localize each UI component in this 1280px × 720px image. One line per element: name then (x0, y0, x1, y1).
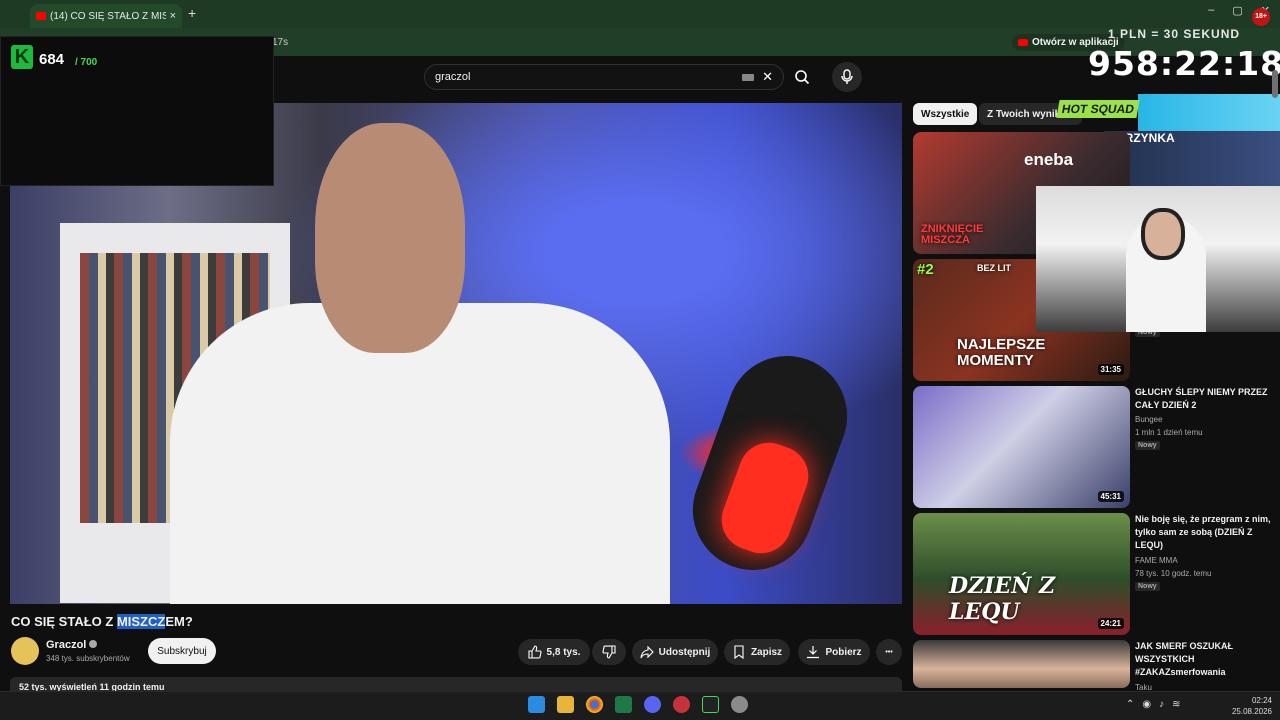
tab-bar: (14) CO SIĘ STAŁO Z MISZ... × + – ▢ ✕ (0, 0, 1280, 28)
search-input[interactable]: graczol (435, 71, 742, 83)
share-button[interactable]: Udostępnij (632, 639, 718, 665)
download-label: Pobierz (825, 646, 862, 658)
rec-channel[interactable]: Bungee (1135, 413, 1163, 426)
presenter-head (315, 123, 465, 353)
share-label: Udostępnij (658, 646, 711, 658)
clock-time: 02:24 (1251, 696, 1272, 705)
taskbar: ⌃ ◉ ♪ ≋ 02:24 25.08.2026 (0, 691, 1280, 720)
stream-webcam-top: K 684 / 700 (0, 36, 274, 186)
skrzynka-banner: SKRZYNKA (1104, 131, 1280, 186)
rec-title[interactable]: GŁUCHY ŚLEPY NIEMY PRZEZ CAŁY DZIEŃ 2 (1135, 386, 1275, 412)
channel-name-label: Graczol (46, 639, 87, 651)
volume-icon[interactable]: ♪ (1159, 699, 1164, 710)
thumbnail-caption: ZNIKNIĘCIE MISZCZA (921, 223, 984, 246)
kick-logo: K (11, 45, 33, 69)
timer-rate-label: 1 PLN = 30 SEKUND (1108, 27, 1241, 41)
clear-search-icon[interactable]: ✕ (762, 69, 773, 85)
voice-search-button[interactable] (832, 62, 862, 92)
thumbs-up-icon (527, 645, 542, 659)
video-duration: 31:35 (1097, 364, 1124, 375)
subscribe-button[interactable]: Subskrybuj (148, 638, 216, 664)
channel-name[interactable]: Graczol (46, 639, 98, 651)
system-tray: ⌃ ◉ ♪ ≋ (1126, 699, 1181, 710)
settings-icon[interactable] (731, 696, 748, 713)
description-box[interactable]: 52 tys. wyświetleń 11 godzin temu (10, 677, 902, 691)
thumbs-down-icon (602, 645, 616, 659)
network-icon[interactable]: ◉ (1142, 699, 1151, 710)
chip-all[interactable]: Wszystkie (913, 103, 978, 125)
rec-title[interactable]: JAK SMERF OSZUKAŁ WSZYSTKICH #ZAKAZsmerf… (1135, 640, 1275, 679)
rec-channel[interactable]: FAME MMA (1135, 554, 1178, 567)
title-highlight: MISZCZ (116, 614, 166, 629)
tab-title: (14) CO SIĘ STAŁO Z MISZ... (50, 10, 166, 22)
save-button[interactable]: Zapisz (724, 639, 790, 665)
download-icon (807, 646, 820, 659)
streamer-head (1141, 208, 1185, 260)
video-duration: 45:31 (1097, 491, 1124, 502)
close-tab-icon[interactable]: × (170, 10, 176, 22)
sub-goal-count: 684 (39, 51, 65, 68)
like-count: 5,8 tys. (546, 646, 581, 658)
more-actions-button[interactable]: ••• (876, 639, 902, 665)
dislike-button[interactable] (592, 639, 626, 665)
windows-icon[interactable] (528, 696, 545, 713)
keyboard-icon[interactable] (742, 73, 755, 81)
search-button[interactable] (786, 64, 818, 90)
excel-icon[interactable] (615, 696, 632, 713)
youtube-icon (36, 12, 46, 20)
video-title: CO SIĘ STAŁO Z MISZCZEM? (11, 614, 193, 629)
stream-webcam-right (1036, 186, 1280, 332)
promo-banner (1138, 94, 1280, 131)
thumbnail-caption: NAJLEPSZE MOMENTY (957, 336, 1046, 369)
search-box[interactable]: graczol ✕ (424, 64, 784, 90)
chrome-icon[interactable] (586, 696, 603, 713)
chevron-up-icon[interactable]: ⌃ (1126, 699, 1134, 710)
download-button[interactable]: Pobierz (798, 639, 870, 665)
rec-thumbnail[interactable] (913, 640, 1130, 688)
new-tab-button[interactable]: + (188, 5, 196, 21)
folder-icon[interactable] (557, 696, 574, 713)
subathon-timer: 958:22:18 (1088, 44, 1280, 83)
maximize-button[interactable]: ▢ (1232, 4, 1242, 17)
xbox-icon[interactable] (702, 696, 719, 713)
rec-title[interactable]: Nie boję się, że przegram z nim, tylko s… (1135, 513, 1275, 552)
verified-icon (89, 640, 98, 648)
clock-date: 25.08.2026 (1231, 707, 1272, 716)
sub-goal-target: / 700 (75, 57, 98, 68)
search-icon (795, 70, 810, 85)
new-badge: Nowy (1135, 441, 1160, 450)
title-part: EM? (165, 614, 193, 629)
minimize-button[interactable]: – (1208, 4, 1214, 17)
wifi-icon[interactable]: ≋ (1172, 699, 1180, 710)
age-badge: 18+ (1252, 8, 1270, 26)
thumbnail-tag: BEZ LIT (977, 263, 1011, 273)
save-label: Zapisz (750, 646, 783, 658)
video-duration: 24:21 (1097, 618, 1124, 629)
page-scrollbar[interactable] (1272, 70, 1278, 98)
taskbar-clock[interactable]: 02:24 25.08.2026 (1228, 695, 1272, 717)
bookmark-icon (734, 645, 744, 659)
browser-tab[interactable]: (14) CO SIĘ STAŁO Z MISZ... × (30, 4, 182, 28)
discord-icon[interactable] (644, 696, 661, 713)
address-text: 17s (272, 37, 289, 48)
title-part: CO SIĘ STAŁO Z (11, 614, 117, 629)
like-button[interactable]: 5,8 tys. (518, 639, 590, 665)
eneba-logo: eneba (1024, 150, 1074, 169)
channel-avatar[interactable] (11, 637, 39, 665)
app-icon[interactable] (673, 696, 690, 713)
rec-meta: 1 mln 1 dzień temu (1135, 428, 1203, 437)
rec-thumbnail[interactable]: DZIEŃ Z LEQU 24:21 (913, 513, 1130, 635)
taskbar-icons (528, 696, 748, 713)
hot-squad-logo: HOT SQUAD (1056, 100, 1140, 118)
channel-subscribers: 348 tys. subskrybentów (46, 654, 130, 663)
microphone-icon (841, 69, 853, 84)
views-and-date: 52 tys. wyświetleń 11 godzin temu (19, 682, 165, 691)
new-badge: Nowy (1135, 582, 1160, 591)
thumbnail-rank: #2 (917, 261, 934, 278)
youtube-icon (1018, 39, 1028, 46)
share-icon (640, 645, 654, 659)
rec-thumbnail[interactable]: 45:31 (913, 386, 1130, 508)
rec-meta: 78 tys. 10 godz. temu (1135, 569, 1212, 578)
